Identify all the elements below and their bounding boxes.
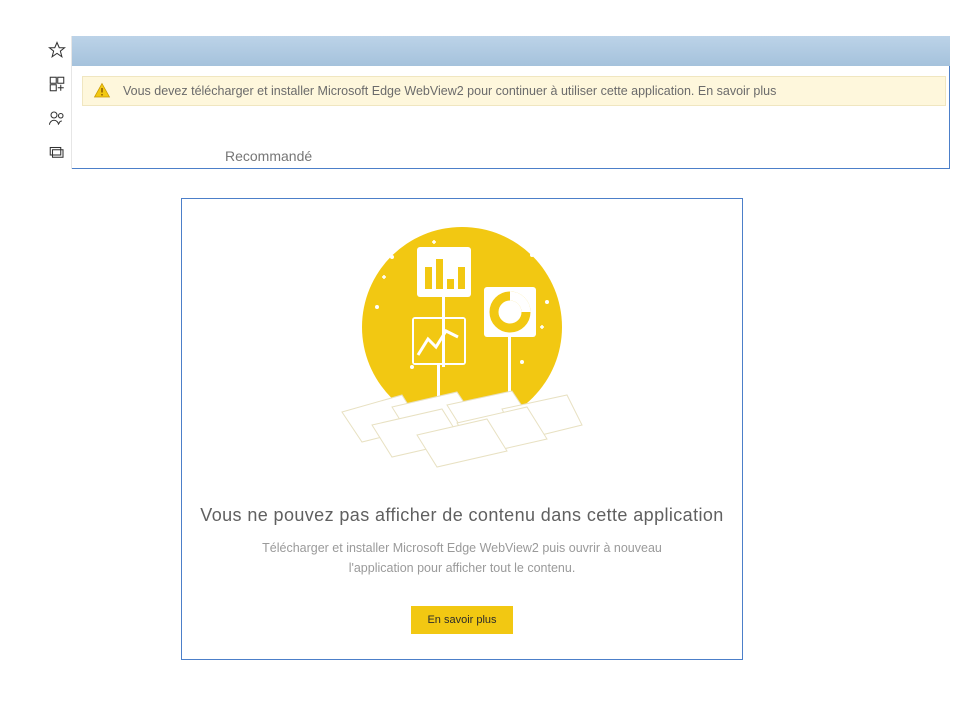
illustration [182,199,742,469]
left-sidebar [42,36,72,169]
webview2-notice-bar: Vous devez télécharger et installer Micr… [82,76,946,106]
grid-plus-icon[interactable] [47,74,67,94]
notice-text: Vous devez télécharger et installer Micr… [123,84,776,98]
warning-icon [93,82,111,100]
subtext-line-1: Télécharger et installer Microsoft Edge … [262,541,662,555]
empty-state-panel: Vous ne pouvez pas afficher de contenu d… [181,198,743,660]
tab-recommended[interactable]: Recommandé [225,148,312,164]
window-header-banner [42,36,950,66]
star-icon[interactable] [47,40,67,60]
empty-state-headline: Vous ne pouvez pas afficher de contenu d… [200,505,723,526]
empty-state-subtext: Télécharger et installer Microsoft Edge … [222,538,702,578]
learn-more-button[interactable]: En savoir plus [411,606,512,634]
stack-icon[interactable] [47,142,67,162]
people-icon[interactable] [47,108,67,128]
subtext-line-2: l'application pour afficher tout le cont… [349,561,576,575]
